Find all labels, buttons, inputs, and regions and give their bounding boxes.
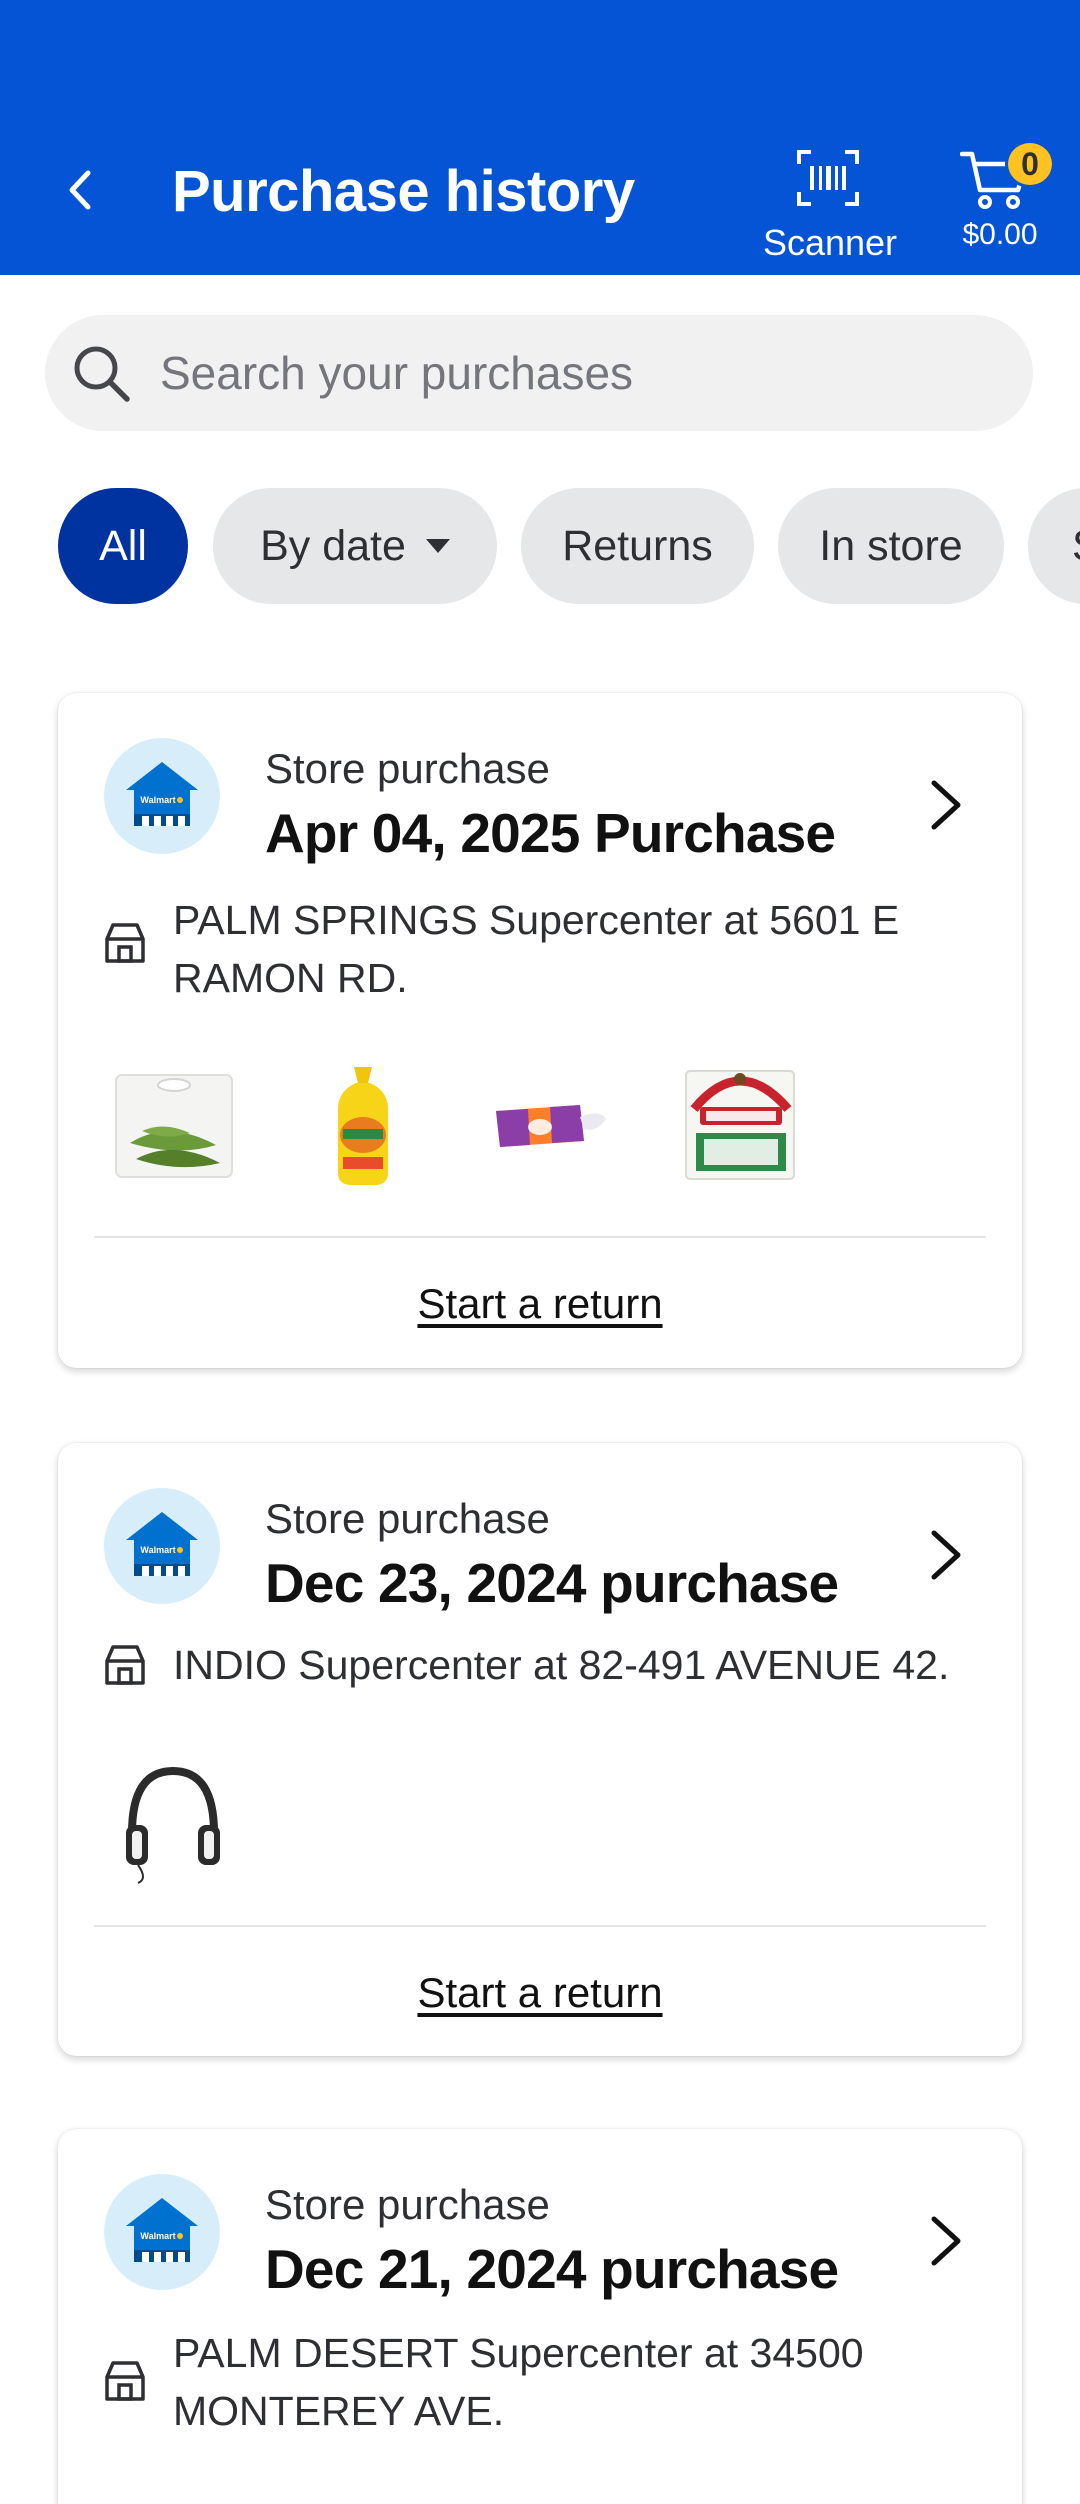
- filter-chip-label: In store: [819, 521, 963, 570]
- store-icon: [105, 2361, 145, 2401]
- purchase-type: Store purchase: [265, 1495, 550, 1542]
- filter-chip-all[interactable]: All: [58, 488, 188, 604]
- start-return-link[interactable]: Start a return: [58, 1280, 1022, 1328]
- walmart-logo-text: Walmart: [140, 795, 175, 805]
- store-address: PALM DESERT Supercenter at 34500 MONTERE…: [173, 2330, 864, 2434]
- cart-button[interactable]: 0 $0.00: [945, 140, 1055, 260]
- filter-chip-label: Returns: [562, 521, 713, 570]
- chevron-right-icon[interactable]: [920, 2211, 970, 2271]
- cart-total: $0.00: [962, 218, 1038, 251]
- walmart-store-logo: Walmart: [104, 2174, 220, 2290]
- purchase-card[interactable]: Walmart Store purchase Dec 21, 2024 purc…: [58, 2129, 1022, 2504]
- chevron-right-icon[interactable]: [920, 775, 970, 835]
- purchase-title: Dec 21, 2024 purchase: [265, 2238, 839, 2300]
- store-icon: [105, 1645, 145, 1685]
- product-thumbnails: [108, 1755, 968, 1885]
- store-address: INDIO Supercenter at 82-491 AVENUE 42.: [173, 1642, 950, 1688]
- jalapeno-peppers-image[interactable]: [108, 1061, 238, 1191]
- walmart-logo-text: Walmart: [140, 1545, 175, 1555]
- back-arrow-icon: [69, 170, 91, 210]
- filter-chip-returns[interactable]: Returns: [521, 488, 754, 604]
- headphones-image[interactable]: [108, 1755, 238, 1885]
- caret-down-icon: [425, 539, 450, 553]
- purchase-title: Apr 04, 2025 Purchase: [265, 802, 836, 864]
- purchase-card[interactable]: Walmart Store purchase Apr 04, 2025 Purc…: [58, 693, 1022, 1368]
- purchase-type: Store purchase: [265, 745, 550, 792]
- search-input[interactable]: [160, 315, 1000, 431]
- filter-chip-label: All: [99, 521, 147, 570]
- card-divider: [94, 1925, 986, 1927]
- card-divider: [94, 1236, 986, 1238]
- filter-chip-label: By date: [260, 521, 406, 570]
- product-thumbnails: [108, 1061, 968, 1191]
- store-address: PALM SPRINGS Supercenter at 5601 E RAMON…: [173, 897, 900, 1001]
- app-header: Purchase history Scanner 0 $0.00: [0, 0, 1080, 275]
- purchase-card[interactable]: Walmart Store purchase Dec 23, 2024 purc…: [58, 1443, 1022, 2056]
- walmart-logo-text: Walmart: [140, 2231, 175, 2241]
- scanner-button[interactable]: Scanner: [755, 148, 905, 268]
- cart-count-badge: 0: [1005, 140, 1055, 188]
- back-button[interactable]: [50, 160, 110, 220]
- corn-tortillas-image[interactable]: [298, 1061, 428, 1191]
- walmart-store-logo: Walmart: [104, 738, 220, 854]
- barcode-scanner-icon: [797, 150, 859, 206]
- scanner-label: Scanner: [762, 222, 898, 263]
- purchase-type: Store purchase: [265, 2181, 550, 2228]
- filter-chips: All By date Returns In store S: [0, 488, 1080, 604]
- chevron-right-icon[interactable]: [920, 1525, 970, 1585]
- filter-chip-by-date[interactable]: By date: [213, 488, 497, 604]
- filter-chip-label: S: [1072, 522, 1080, 571]
- start-return-link[interactable]: Start a return: [58, 1969, 1022, 2017]
- filter-chip-partial[interactable]: S: [1028, 488, 1080, 604]
- filter-chip-in-store[interactable]: In store: [778, 488, 1004, 604]
- casero-cheese-image[interactable]: [678, 1061, 808, 1191]
- store-icon: [105, 923, 145, 963]
- carrots-bag-image[interactable]: [488, 1061, 618, 1191]
- walmart-store-logo: Walmart: [104, 1488, 220, 1604]
- search-icon: [74, 346, 130, 402]
- purchase-title: Dec 23, 2024 purchase: [265, 1552, 839, 1614]
- search-bar: [45, 315, 1033, 431]
- page-title: Purchase history: [172, 159, 635, 224]
